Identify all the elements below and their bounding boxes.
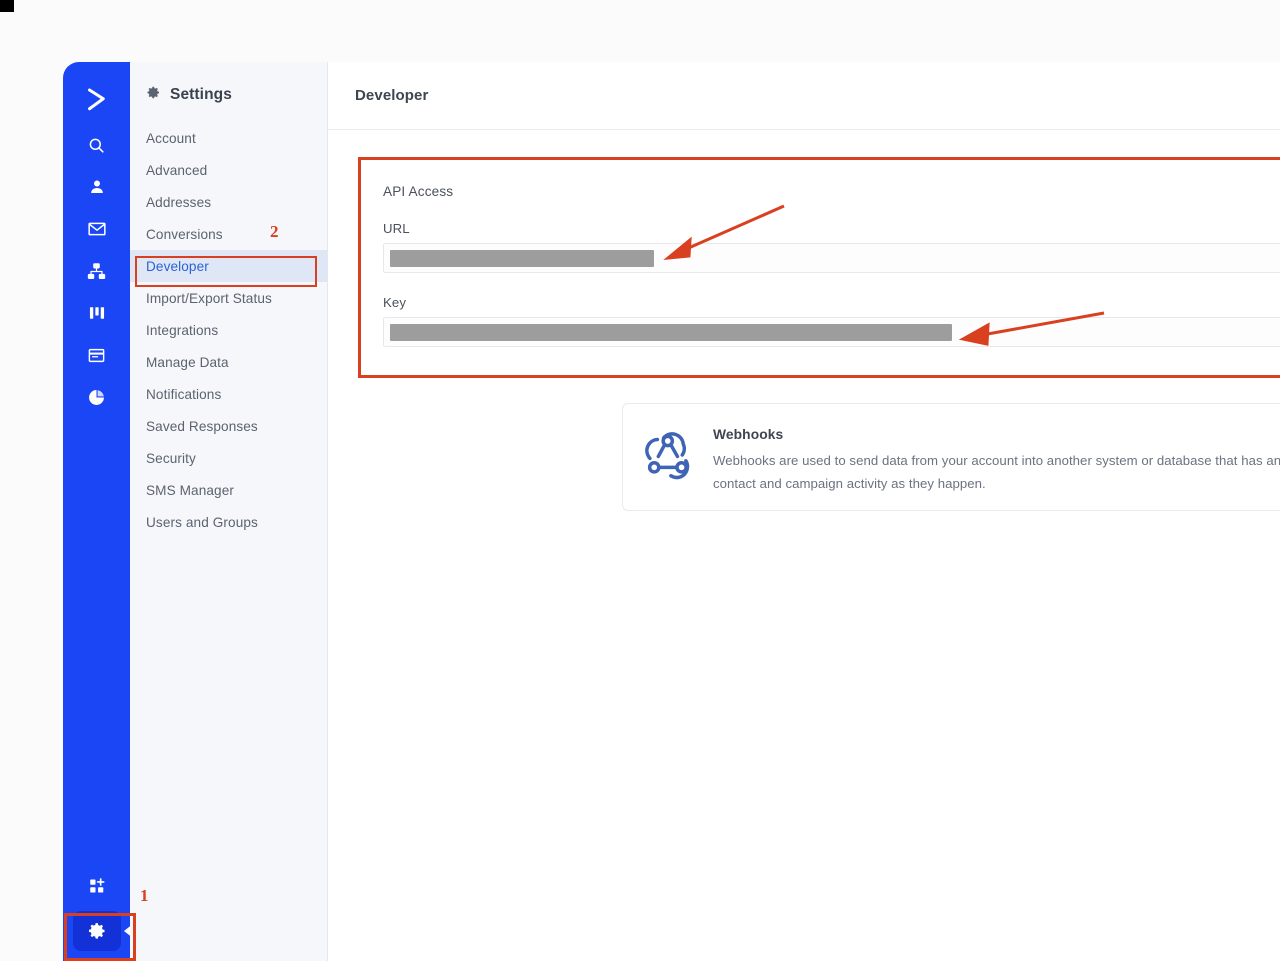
settings-title: Settings: [170, 86, 232, 103]
sidebar-item-label: Saved Responses: [146, 418, 258, 434]
webhooks-text-block: Webhooks Webhooks are used to send data …: [713, 404, 1280, 495]
sidebar-item-import-export-status[interactable]: Import/Export Status: [130, 282, 327, 314]
sidebar-item-label: Integrations: [146, 322, 219, 338]
webhooks-card[interactable]: Webhooks Webhooks are used to send data …: [622, 403, 1280, 511]
api-key-redaction: [390, 323, 952, 341]
sidebar-item-developer[interactable]: Developer: [130, 250, 327, 282]
sidebar-item-saved-responses[interactable]: Saved Responses: [130, 410, 327, 442]
primary-icon-rail: [63, 62, 133, 961]
sidebar-item-advanced[interactable]: Advanced: [130, 154, 327, 186]
api-access-section: API Access URL Key: [356, 158, 1280, 347]
brand-logo-icon[interactable]: [77, 78, 117, 122]
api-key-field-group: Key: [383, 295, 1280, 347]
api-access-heading: API Access: [383, 184, 454, 199]
envelope-icon[interactable]: [77, 214, 117, 244]
sidebar-item-integrations[interactable]: Integrations: [130, 314, 327, 346]
sidebar-item-label: Notifications: [146, 386, 222, 402]
sidebar-item-label: Conversions: [146, 226, 223, 242]
api-url-redaction: [390, 249, 654, 267]
webhooks-description-line-2: contact and campaign activity as they ha…: [713, 476, 986, 491]
corner-marker: [0, 0, 14, 12]
rail-icon-list: [77, 130, 117, 412]
webhook-icon: [623, 404, 713, 484]
sidebar-item-label: Addresses: [146, 194, 212, 210]
application-frame: Settings Account Advanced Addresses Conv…: [63, 62, 1280, 961]
settings-sidebar: Settings Account Advanced Addresses Conv…: [130, 62, 328, 961]
webhooks-description-line-1: Webhooks are used to send data from your…: [713, 453, 1280, 468]
sidebar-item-users-and-groups[interactable]: Users and Groups: [130, 506, 327, 538]
sidebar-item-label: Users and Groups: [146, 514, 258, 530]
settings-sidebar-header: Settings: [130, 62, 327, 105]
automations-sitemap-icon[interactable]: [77, 256, 117, 286]
sidebar-item-label: SMS Manager: [146, 482, 234, 498]
webhooks-title: Webhooks: [713, 427, 784, 442]
content-header: Developer: [328, 62, 1280, 130]
main-content: Developer API Access URL Key Webhooks We…: [328, 62, 1280, 961]
settings-gear-button[interactable]: [72, 911, 133, 951]
apps-plus-icon[interactable]: [77, 871, 117, 901]
rail-bottom-group: [63, 871, 133, 961]
annotation-step-2: 2: [270, 222, 279, 241]
pie-chart-icon[interactable]: [77, 382, 117, 412]
api-key-input[interactable]: [383, 317, 1280, 347]
deals-columns-icon[interactable]: [77, 298, 117, 328]
page-title: Developer: [355, 87, 429, 104]
webhooks-description: Webhooks are used to send data from your…: [713, 449, 1280, 495]
api-key-label: Key: [383, 295, 407, 310]
sidebar-item-sms-manager[interactable]: SMS Manager: [130, 474, 327, 506]
annotation-step-1: 1: [140, 886, 149, 905]
sidebar-item-account[interactable]: Account: [130, 122, 327, 154]
api-url-input[interactable]: [383, 243, 1280, 273]
website-pages-icon[interactable]: [77, 340, 117, 370]
content-body: API Access URL Key: [328, 130, 1280, 347]
sidebar-item-label: Security: [146, 450, 196, 466]
sidebar-item-label: Account: [146, 130, 196, 146]
settings-nav-list: Account Advanced Addresses Conversions D…: [130, 122, 327, 538]
sidebar-item-manage-data[interactable]: Manage Data: [130, 346, 327, 378]
gear-icon: [146, 85, 161, 105]
sidebar-item-conversions[interactable]: Conversions: [130, 218, 327, 250]
search-icon[interactable]: [77, 130, 117, 160]
sidebar-item-notifications[interactable]: Notifications: [130, 378, 327, 410]
sidebar-item-label: Import/Export Status: [146, 290, 272, 306]
sidebar-item-security[interactable]: Security: [130, 442, 327, 474]
sidebar-item-addresses[interactable]: Addresses: [130, 186, 327, 218]
api-url-label: URL: [383, 221, 410, 236]
sidebar-item-label: Developer: [146, 258, 209, 274]
api-url-field-group: URL: [383, 221, 1280, 273]
sidebar-item-label: Advanced: [146, 162, 208, 178]
contact-person-icon[interactable]: [77, 172, 117, 202]
sidebar-item-label: Manage Data: [146, 354, 229, 370]
